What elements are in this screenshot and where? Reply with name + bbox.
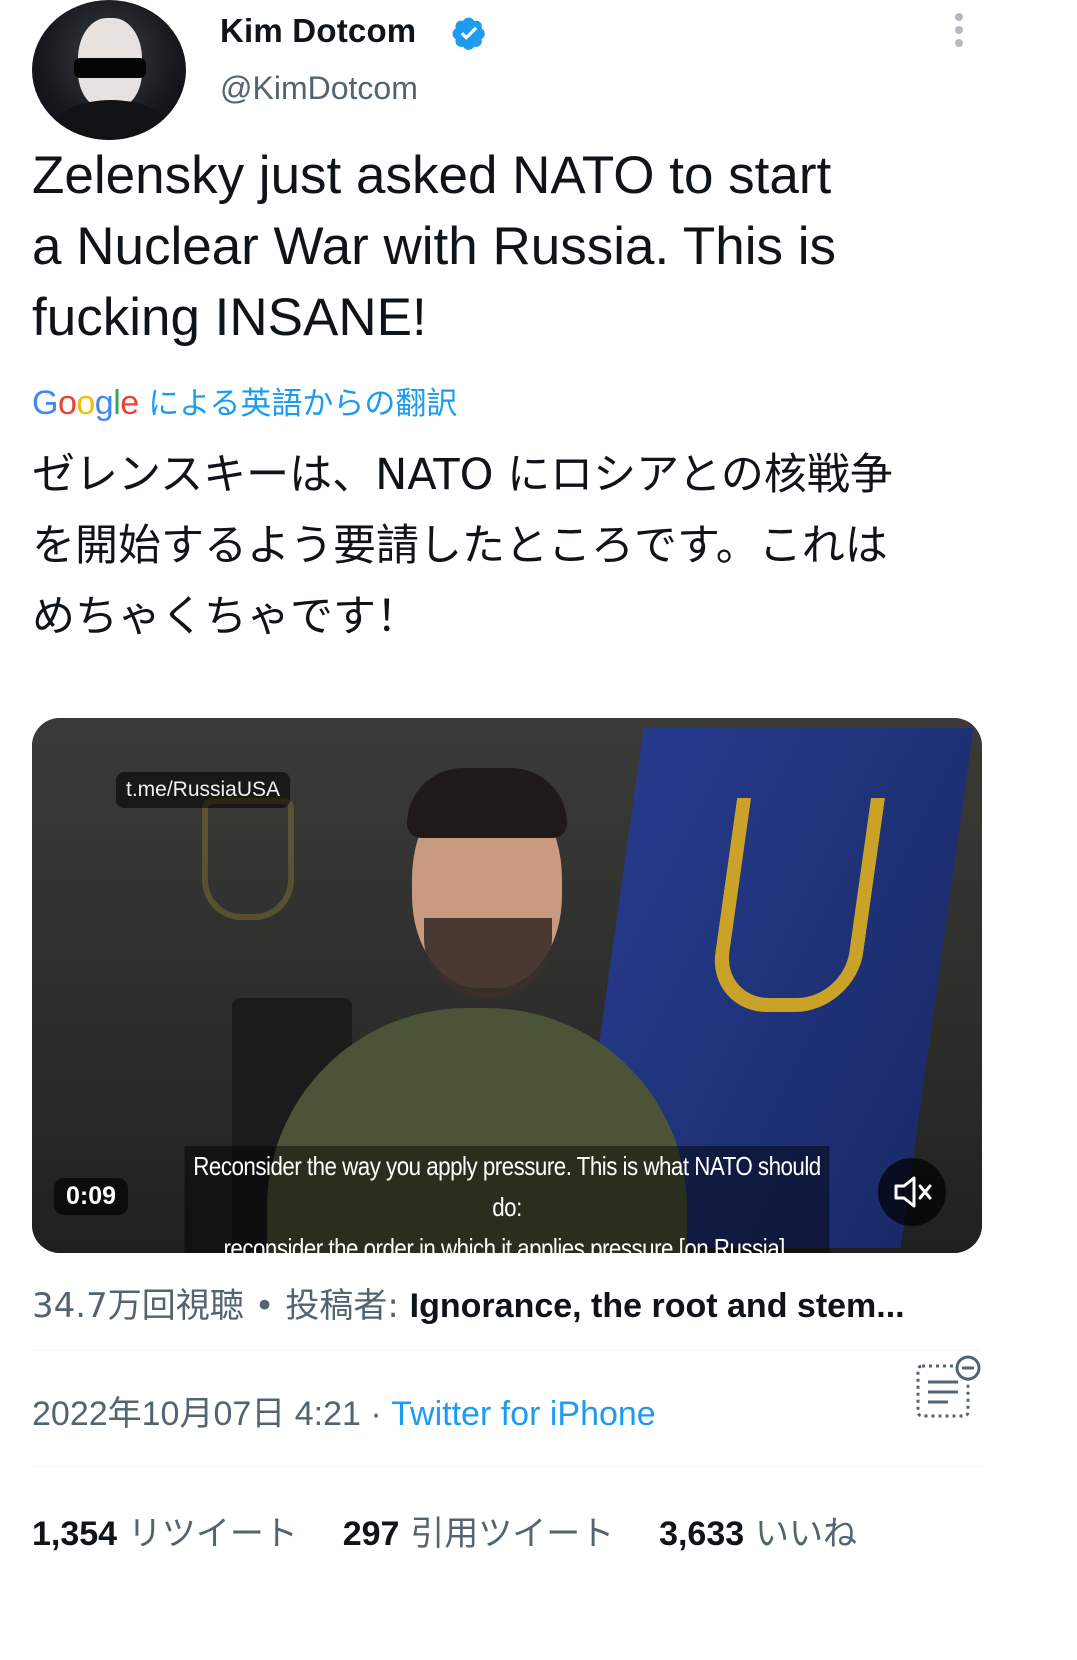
avatar-coat xyxy=(52,100,170,140)
video-watermark: t.me/RussiaUSA xyxy=(116,772,291,808)
likes-count: 3,633 xyxy=(659,1515,745,1553)
quotes-label: 引用ツイート xyxy=(410,1514,615,1554)
avatar[interactable] xyxy=(32,0,186,140)
verified-badge-icon xyxy=(452,17,485,50)
separator-dot: • xyxy=(254,1286,275,1326)
view-count-row: 34.7万回視聴 • 投稿者: Ignorance, the root and … xyxy=(32,1278,992,1327)
more-vertical-icon[interactable] xyxy=(948,8,970,52)
tweet-text-line: Zelensky just asked NATO to start xyxy=(32,146,832,205)
wall-emblem xyxy=(202,798,294,920)
tweet-text: Zelensky just asked NATO to start a Nucl… xyxy=(32,140,982,353)
posted-by-account[interactable]: Ignorance, the root and stem... xyxy=(410,1287,905,1325)
video-player[interactable]: t.me/RussiaUSA Reconsider the way you ap… xyxy=(32,718,982,1253)
tweet-client[interactable]: Twitter for iPhone xyxy=(391,1395,656,1433)
likes-label: いいね xyxy=(754,1514,857,1554)
avatar-glasses xyxy=(74,58,146,78)
quotes-stat[interactable]: 297 引用ツイート xyxy=(343,1514,659,1554)
retweets-label: リツイート xyxy=(127,1514,298,1554)
subtitle-line: Reconsider the way you apply pressure. T… xyxy=(193,1151,821,1222)
subtitle-line: reconsider the order in which it applies… xyxy=(223,1233,791,1253)
engagement-stats: 1,354 リツイート 297 引用ツイート 3,633 いいね xyxy=(32,1506,891,1555)
translation-label: による英語からの翻訳 xyxy=(148,386,458,422)
video-subtitles: Reconsider the way you apply pressure. T… xyxy=(184,1146,830,1253)
translation-attribution: Google による英語からの翻訳 xyxy=(32,378,457,422)
google-logo: Google xyxy=(32,384,139,422)
divider xyxy=(32,1466,982,1467)
author-handle[interactable]: @KimDotcom xyxy=(220,70,418,107)
quotes-count: 297 xyxy=(342,1515,400,1553)
translated-text-line: めちゃくちゃです！ xyxy=(32,592,419,642)
tweet-meta: 2022年10月07日 4:21 · Twitter for iPhone xyxy=(32,1386,656,1435)
likes-stat[interactable]: 3,633 いいね xyxy=(659,1514,891,1554)
speaker-muted-icon xyxy=(894,1176,932,1208)
divider xyxy=(32,1350,982,1351)
meta-separator: · xyxy=(370,1395,382,1433)
speaker-hair xyxy=(407,768,567,838)
mute-button[interactable] xyxy=(878,1158,946,1226)
translated-text: ゼレンスキーは、NATO にロシアとの核戦争 を開始するよう要請したところです。… xyxy=(32,440,982,653)
tweet-text-line: a Nuclear War with Russia. This is xyxy=(32,217,837,276)
retweets-count: 1,354 xyxy=(32,1515,118,1553)
translated-text-line: ゼレンスキーは、NATO にロシアとの核戦争 xyxy=(32,450,893,500)
posted-by-label: 投稿者: xyxy=(285,1286,399,1326)
tweet-timestamp[interactable]: 2022年10月07日 4:21 xyxy=(32,1395,361,1433)
tweet-notes-icon[interactable] xyxy=(912,1352,982,1422)
view-count: 34.7万回視聴 xyxy=(32,1286,244,1326)
video-timer: 0:09 xyxy=(54,1178,129,1215)
tweet-text-line: fucking INSANE! xyxy=(32,288,427,347)
author-name[interactable]: Kim Dotcom xyxy=(220,12,416,50)
retweets-stat[interactable]: 1,354 リツイート xyxy=(32,1514,343,1554)
translated-text-line: を開始するよう要請したところです。これは xyxy=(32,521,888,571)
